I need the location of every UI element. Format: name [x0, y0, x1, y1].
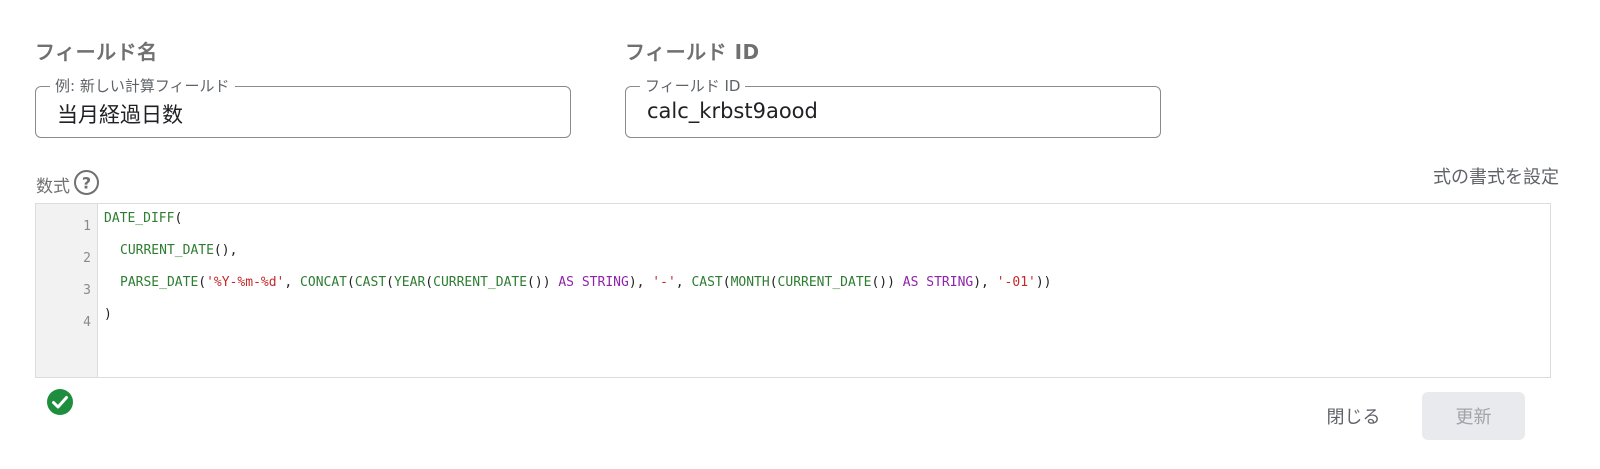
line-number: 2 — [83, 251, 91, 266]
code-token-string: '-01' — [996, 275, 1036, 290]
code-line-1: DATE_DIFF( — [104, 211, 182, 226]
svg-text:?: ? — [82, 174, 91, 193]
code-token-function: MONTH — [730, 275, 770, 290]
check-circle-icon — [47, 389, 73, 415]
code-token-function: CURRENT_DATE — [120, 243, 214, 258]
code-token-punctuation: ()) — [527, 275, 559, 290]
code-token-punctuation: ( — [425, 275, 434, 290]
code-token-function: CAST — [691, 275, 723, 290]
formula-label: 数式 — [36, 177, 70, 197]
field-name-input[interactable]: 例: 新しい計算フィールド 当月経過日数 — [35, 77, 571, 138]
field-name-input-label: 例: 新しい計算フィールド — [50, 77, 235, 95]
line-number-gutter: 1 2 3 4 — [36, 204, 98, 377]
code-token-keyword: AS — [902, 275, 919, 290]
code-token-punctuation: ( — [386, 275, 394, 290]
field-id-input[interactable]: フィールド ID calc_krbst9aood — [625, 77, 1161, 138]
code-line-2: CURRENT_DATE(), — [120, 243, 237, 258]
code-token-punctuation: ), — [973, 275, 997, 290]
code-token-punctuation: ( — [722, 275, 731, 290]
code-token-punctuation: ( — [347, 275, 355, 290]
field-id-section-label: フィールド ID — [625, 40, 760, 64]
code-token-punctuation: )) — [1035, 275, 1052, 290]
code-token-punctuation: ) — [104, 307, 112, 322]
field-name-section-label: フィールド名 — [35, 40, 158, 64]
code-line-4: ) — [104, 307, 112, 322]
code-token-function: CAST — [354, 275, 387, 290]
code-token-function: CURRENT_DATE — [433, 275, 528, 290]
field-id-input-value[interactable]: calc_krbst9aood — [647, 99, 818, 123]
line-number: 3 — [83, 283, 91, 298]
code-token-keyword: STRING — [581, 275, 629, 290]
code-token-punctuation: ()) — [871, 275, 903, 290]
code-token-punctuation: ( — [174, 211, 183, 226]
code-token-string: '%Y-%m-%d' — [206, 275, 285, 290]
help-circle-icon[interactable]: ? — [73, 169, 100, 196]
code-token-punctuation: ), — [628, 275, 653, 290]
code-token-function: CONCAT — [300, 275, 348, 290]
code-line-3: PARSE_DATE('%Y-%m-%d', CONCAT(CAST(YEAR(… — [120, 275, 1052, 290]
code-token-function: CURRENT_DATE — [777, 275, 872, 290]
code-token-string: '-' — [652, 275, 676, 290]
code-token-punctuation: , — [284, 275, 301, 290]
code-token-keyword: AS — [558, 275, 575, 290]
code-token-punctuation: (), — [213, 243, 238, 258]
close-button[interactable]: 閉じる — [1306, 393, 1401, 439]
field-id-input-label: フィールド ID — [640, 77, 746, 95]
field-name-input-value[interactable]: 当月経過日数 — [57, 99, 183, 129]
line-number: 4 — [83, 315, 91, 330]
format-formula-link[interactable]: 式の書式を設定 — [1433, 163, 1559, 189]
code-token-punctuation: , — [675, 275, 692, 290]
code-token-punctuation: ( — [198, 275, 207, 290]
code-token-keyword: STRING — [926, 275, 974, 290]
formula-editor[interactable]: 1 2 3 4 DATE_DIFF( CURRENT_DATE(), PARSE… — [35, 203, 1551, 378]
update-button[interactable]: 更新 — [1422, 392, 1525, 440]
line-number: 1 — [83, 219, 91, 234]
code-token-function: YEAR — [393, 275, 426, 290]
code-token-punctuation: ( — [769, 275, 778, 290]
code-token-function: DATE_DIFF — [104, 211, 175, 226]
code-token-function: PARSE_DATE — [120, 275, 199, 290]
